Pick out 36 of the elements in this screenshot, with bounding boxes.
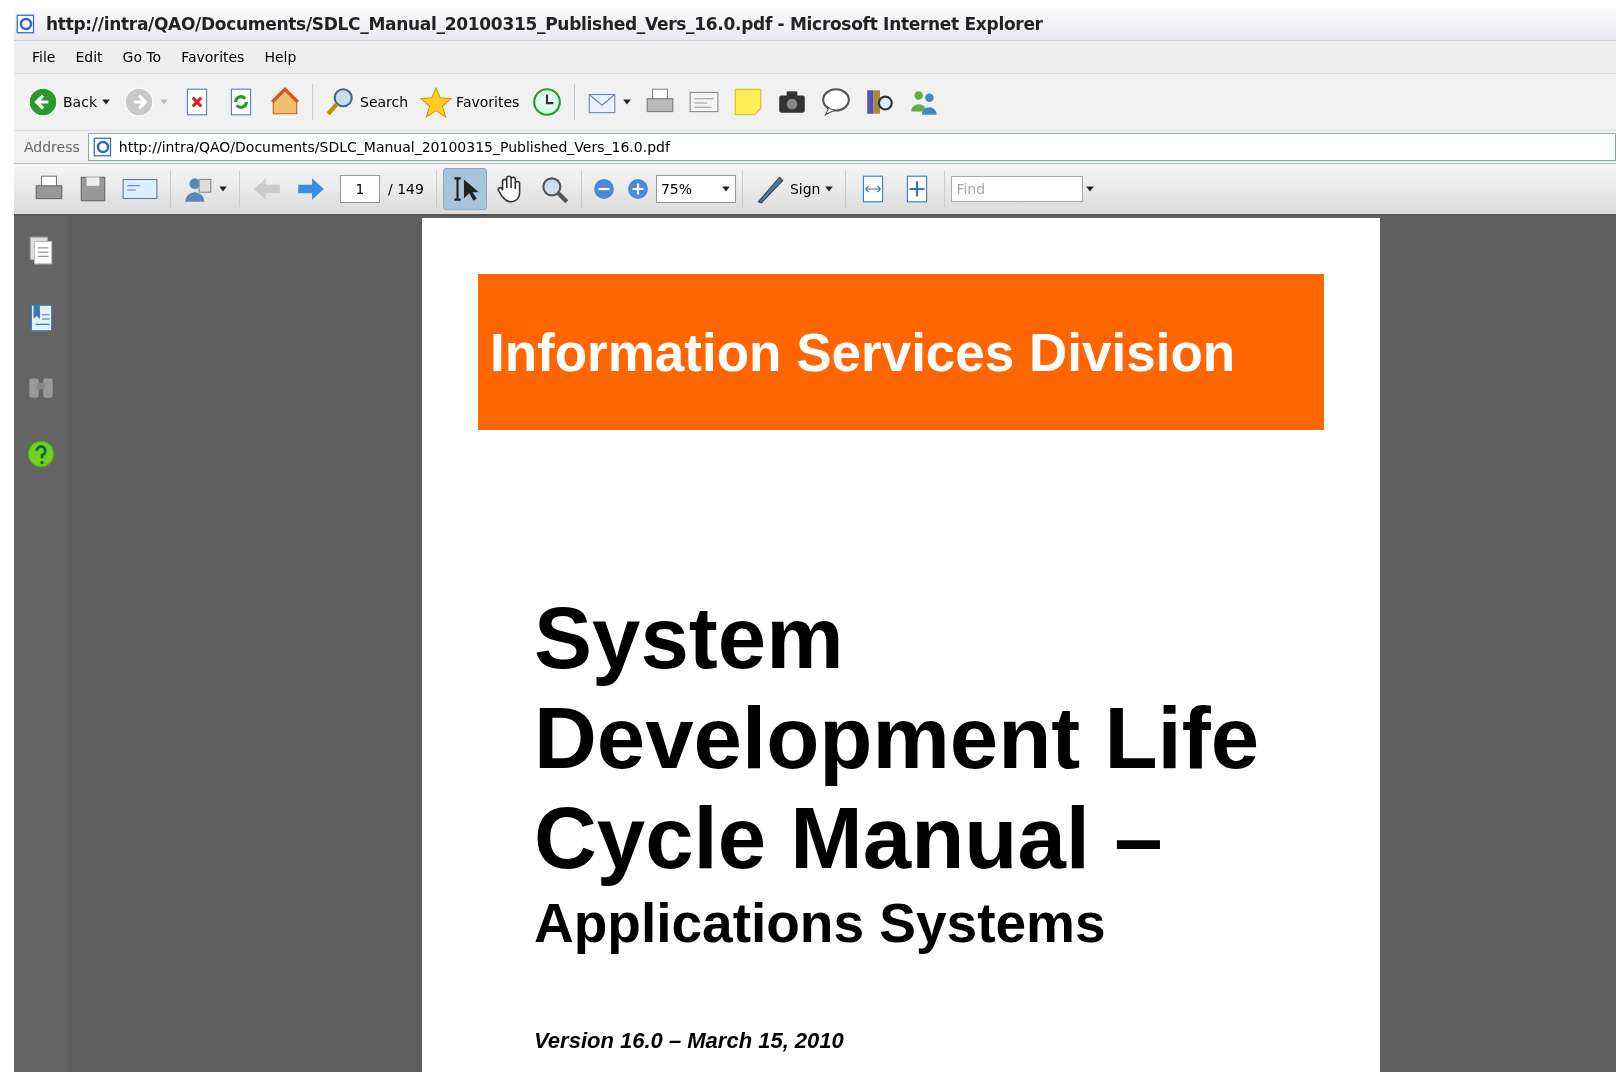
address-field[interactable]: http://intra/QAO/Documents/SDLC_Manual_20100315_Published_Vers_16.0.pdf <box>87 133 1616 161</box>
page-count: / 149 <box>388 181 424 197</box>
document-subtitle: Applications Systems <box>534 891 1107 956</box>
find-field[interactable]: Find <box>951 176 1084 202</box>
menu-item[interactable]: Edit <box>65 49 113 65</box>
favorites-button[interactable]: Favorites <box>415 84 525 120</box>
select-tool-button[interactable] <box>442 168 487 210</box>
search-icon <box>324 86 356 118</box>
help-icon[interactable] <box>25 438 57 470</box>
caret-icon <box>824 184 835 194</box>
address-label: Address <box>24 139 80 155</box>
zoom-dropdown[interactable]: 75% <box>655 175 736 203</box>
caret-icon <box>720 184 731 194</box>
document-title: Development Life <box>534 688 1261 788</box>
caret-icon[interactable] <box>622 97 633 107</box>
menu-item[interactable]: Favorites <box>171 49 255 65</box>
back-button[interactable]: Back <box>22 84 116 120</box>
sign-button[interactable]: Sign <box>748 171 840 207</box>
banner-title: Information Services Division <box>490 321 1236 383</box>
menu-item[interactable]: File <box>22 49 66 65</box>
caret-icon <box>218 184 228 194</box>
search-button[interactable]: Search <box>319 84 414 120</box>
page-icon <box>92 137 113 157</box>
version-text: Version 16.0 – March 15, 2010 <box>534 1028 845 1054</box>
clock-icon <box>531 86 564 118</box>
caret-icon[interactable] <box>101 97 111 107</box>
star-icon <box>420 86 453 118</box>
menu-item[interactable]: Go To <box>112 49 172 65</box>
page-number-field[interactable]: 1 <box>340 175 380 203</box>
document-title: Cycle Manual – <box>534 788 1164 888</box>
find-dropdown-icon[interactable] <box>1085 184 1096 194</box>
page-icon <box>16 14 36 34</box>
window-title: http://intra/QAO/Documents/SDLC_Manual_20100315_Published_Vers_16.0.pdf - Microsoft Internet Explorer <box>46 14 1043 34</box>
speech-bubble-icon <box>820 86 853 118</box>
menu-item[interactable]: Help <box>254 49 307 65</box>
document-title: System <box>534 588 845 688</box>
